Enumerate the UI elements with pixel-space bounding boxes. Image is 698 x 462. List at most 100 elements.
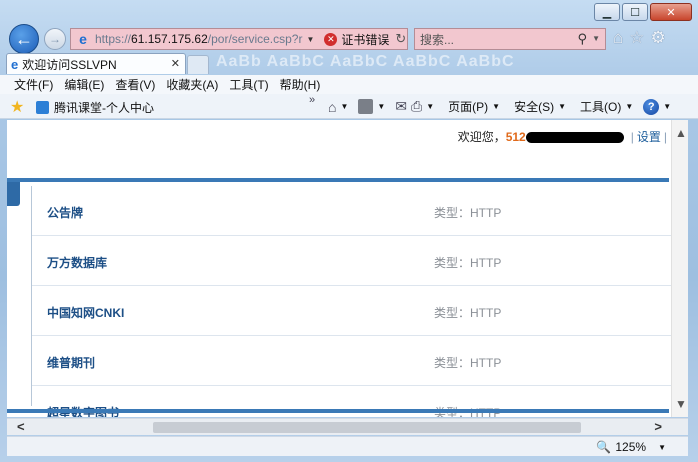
service-type: 类型：HTTP xyxy=(434,306,502,320)
new-tab-button[interactable] xyxy=(187,55,209,74)
tab-close-icon[interactable]: ✕ xyxy=(171,57,180,70)
help-dropdown-icon[interactable]: ▼ xyxy=(663,102,671,111)
scroll-left-icon[interactable]: < xyxy=(17,419,25,434)
favorite-link[interactable]: 腾讯课堂-个人中心 xyxy=(36,99,154,116)
home-icon[interactable]: ⌂ xyxy=(328,99,336,115)
redacted-username xyxy=(525,132,624,144)
tab-bar: e 欢迎访问SSLVPN ✕ AaBb AaBbC AaBbC AaBbC Aa… xyxy=(0,53,698,75)
scroll-right-icon[interactable]: > xyxy=(654,419,662,434)
rss-icon[interactable] xyxy=(358,99,374,114)
command-bar: ★ 腾讯课堂-个人中心 » ⌂ ▼ ▼ ✉ ⎙ ▼ 页面(P) ▼ 安全(S) ▼ 工具… xyxy=(0,94,698,119)
cert-error-icon[interactable]: ✕ xyxy=(324,32,338,46)
favorites-star-icon[interactable]: ★ xyxy=(10,97,24,117)
back-button[interactable]: ← xyxy=(9,24,39,54)
search-box[interactable]: 搜索... ⚲ ▼ xyxy=(414,28,606,50)
command-buttons: ⌂ ▼ ▼ ✉ ⎙ ▼ 页面(P) ▼ 安全(S) ▼ 工具(O) ▼ ? ▼ xyxy=(328,98,677,115)
zoom-icon: 🔍 xyxy=(596,440,612,454)
browser-window: ▁ ☐ ✕ ← → e https://61.157.175.62/por/se… xyxy=(0,0,698,462)
welcome-bar: 欢迎您，512 | 设置 | xyxy=(458,128,670,145)
service-row[interactable]: 万方数据库 类型：HTTP xyxy=(32,236,673,286)
home-dropdown-icon[interactable]: ▼ xyxy=(340,102,348,111)
menu-edit[interactable]: 编辑(E) xyxy=(64,76,104,93)
help-icon[interactable]: ? xyxy=(643,98,660,115)
menu-tools[interactable]: 工具(T) xyxy=(229,76,268,93)
service-type: 类型：HTTP xyxy=(434,206,502,220)
scroll-up-icon[interactable]: ▲ xyxy=(675,126,687,140)
scroll-down-icon[interactable]: ▼ xyxy=(675,397,687,411)
settings-link[interactable]: 设置 xyxy=(637,130,661,144)
gear-icon[interactable]: ⚙ xyxy=(651,28,666,48)
menu-view[interactable]: 查看(V) xyxy=(115,76,155,93)
separator: | xyxy=(663,130,667,144)
horizontal-scroll-thumb[interactable] xyxy=(153,422,581,433)
content-bottom-border xyxy=(7,409,669,413)
zoom-dropdown-icon[interactable]: ▼ xyxy=(658,443,666,452)
service-list: 公告牌 类型：HTTP 万方数据库 类型：HTTP 中国知网CNKI 类型：HT… xyxy=(31,186,673,417)
url-prefix: https:// xyxy=(95,32,132,46)
welcome-text: 欢迎您， xyxy=(457,130,506,144)
service-name[interactable]: 中国知网CNKI xyxy=(47,304,124,321)
maximize-button[interactable]: ☐ xyxy=(622,3,648,21)
print-icon[interactable]: ⎙ xyxy=(411,98,422,115)
menu-help[interactable]: 帮助(H) xyxy=(280,76,321,93)
status-bar: 🔍 125% ▼ xyxy=(7,436,688,456)
url-text: https://61.157.175.62/por/service.csp?r xyxy=(95,32,302,46)
url-host: 61.157.175.62 xyxy=(131,32,208,46)
safety-menu[interactable]: 安全(S) xyxy=(514,98,554,115)
page-menu[interactable]: 页面(P) xyxy=(448,98,488,115)
page-viewport: 欢迎您，512 | 设置 | 公告牌 类型：HTTP 万方数据库 类型：HTTP 中国… xyxy=(7,120,688,417)
print-dropdown-icon[interactable]: ▼ xyxy=(426,102,434,111)
service-type: 类型：HTTP xyxy=(434,256,502,270)
menu-bar: 文件(F) 编辑(E) 查看(V) 收藏夹(A) 工具(T) 帮助(H) xyxy=(0,75,698,94)
sidebar-toggle[interactable] xyxy=(7,182,20,206)
refresh-icon[interactable]: ↻ xyxy=(395,31,406,47)
cert-error-label[interactable]: 证书错误 xyxy=(341,31,389,48)
vertical-scrollbar[interactable]: ▲ ▼ xyxy=(671,120,688,417)
search-input[interactable]: 搜索... xyxy=(420,31,454,48)
horizontal-scrollbar[interactable]: < > xyxy=(7,418,688,435)
star-icon[interactable]: ☆ xyxy=(629,28,644,48)
rss-dropdown-icon[interactable]: ▼ xyxy=(377,102,385,111)
ie-icon: e xyxy=(79,31,87,47)
tab-title: 欢迎访问SSLVPN xyxy=(22,57,117,72)
tools-dropdown-icon[interactable]: ▼ xyxy=(625,102,633,111)
search-dropdown-icon[interactable]: ▼ xyxy=(592,34,600,43)
service-row[interactable]: 中国知网CNKI 类型：HTTP xyxy=(32,286,673,336)
tab-ie-icon: e xyxy=(11,56,19,72)
favorite-link-label: 腾讯课堂-个人中心 xyxy=(54,101,154,115)
service-name[interactable]: 公告牌 xyxy=(47,204,83,221)
service-type: 类型：HTTP xyxy=(434,356,502,370)
url-path: /por/service.csp?r xyxy=(207,32,303,46)
favorites-chevron-icon[interactable]: » xyxy=(309,94,315,106)
service-row[interactable]: 维普期刊 类型：HTTP xyxy=(32,336,673,386)
forward-button[interactable]: → xyxy=(44,28,66,50)
address-dropdown-icon[interactable]: ▼ xyxy=(306,35,314,44)
tools-menu[interactable]: 工具(O) xyxy=(580,98,621,115)
browser-icons: ⌂ ☆ ⚙ xyxy=(613,28,666,48)
service-name[interactable]: 万方数据库 xyxy=(47,254,107,271)
favorite-site-icon xyxy=(36,101,49,114)
service-name[interactable]: 维普期刊 xyxy=(47,354,95,371)
content-top-border xyxy=(7,178,669,182)
safety-dropdown-icon[interactable]: ▼ xyxy=(558,102,566,111)
back-arrow-icon: ← xyxy=(15,28,33,49)
mail-icon[interactable]: ✉ xyxy=(395,98,407,115)
zoom-level: 125% xyxy=(615,440,647,454)
separator: | xyxy=(630,130,634,144)
tab-watermark: AaBb AaBbC AaBbC AaBbC AaBbC xyxy=(216,53,515,70)
tab-active[interactable]: e 欢迎访问SSLVPN ✕ xyxy=(6,53,186,74)
menu-file[interactable]: 文件(F) xyxy=(14,76,53,93)
zoom-control[interactable]: 🔍 125% ▼ xyxy=(596,440,666,454)
search-icon[interactable]: ⚲ xyxy=(577,31,587,47)
address-bar[interactable]: e https://61.157.175.62/por/service.csp?… xyxy=(70,28,408,50)
page-dropdown-icon[interactable]: ▼ xyxy=(492,102,500,111)
menu-favorites[interactable]: 收藏夹(A) xyxy=(166,76,218,93)
close-button[interactable]: ✕ xyxy=(650,3,692,21)
home-icon[interactable]: ⌂ xyxy=(613,28,623,48)
forward-arrow-icon: → xyxy=(49,32,61,46)
minimize-button[interactable]: ▁ xyxy=(594,3,620,21)
service-row[interactable]: 公告牌 类型：HTTP xyxy=(32,186,673,236)
user-id: 512 xyxy=(505,130,526,144)
navigation-bar: ← → e https://61.157.175.62/por/service.… xyxy=(0,22,698,54)
window-controls: ▁ ☐ ✕ xyxy=(594,3,692,21)
